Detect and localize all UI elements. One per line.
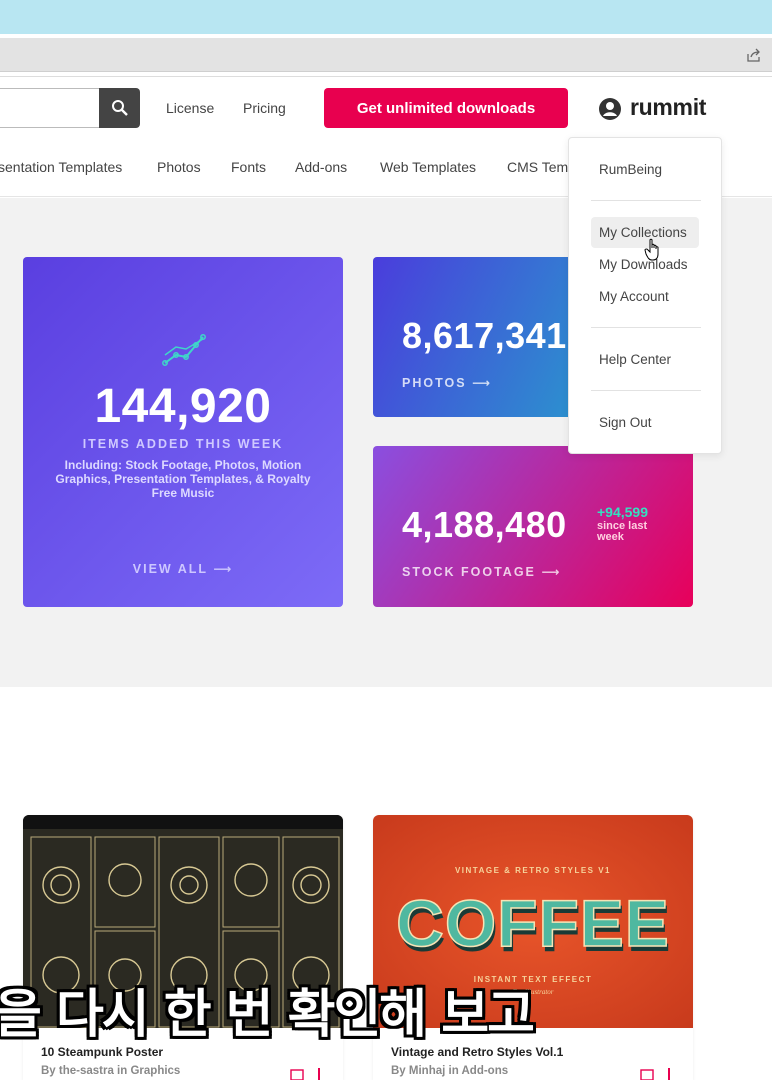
dropdown-divider xyxy=(591,327,701,328)
brand-wordmark[interactable]: rummit xyxy=(630,94,706,121)
search-icon xyxy=(111,100,128,116)
stock-footage-link[interactable]: STOCK FOOTAGE ⟶ xyxy=(402,564,561,579)
dropdown-divider xyxy=(591,390,701,391)
cat-web-templates[interactable]: Web Templates xyxy=(380,159,476,175)
items-added-value: 144,920 xyxy=(94,380,272,433)
cat-cms-templates[interactable]: CMS Temp xyxy=(507,159,576,175)
art-word: COFFEE xyxy=(396,886,670,960)
search-button[interactable] xyxy=(99,88,140,128)
menu-item-help-center[interactable]: Help Center xyxy=(599,352,671,367)
cat-photos[interactable]: Photos xyxy=(157,159,201,175)
site-header: License Pricing Get unlimited downloads … xyxy=(0,76,772,138)
stock-footage-card[interactable]: 4,188,480 +94,599 since last week STOCK … xyxy=(373,446,693,607)
account-dropdown-menu: RumBeing My Collections My Downloads My … xyxy=(568,137,722,454)
share-icon[interactable] xyxy=(746,47,762,63)
search-input[interactable] xyxy=(0,88,100,128)
menu-item-my-account[interactable]: My Account xyxy=(599,289,669,304)
photos-link[interactable]: PHOTOS ⟶ xyxy=(402,375,492,390)
view-all-link[interactable]: VIEW ALL ⟶ xyxy=(23,561,343,576)
cat-presentation-templates[interactable]: sentation Templates xyxy=(0,159,122,175)
stock-footage-count: 4,188,480 xyxy=(402,504,567,545)
menu-item-my-collections[interactable]: My Collections xyxy=(599,225,687,240)
menu-item-sign-out[interactable]: Sign Out xyxy=(599,415,652,430)
nav-pricing-link[interactable]: Pricing xyxy=(243,100,286,116)
items-added-description: Including: Stock Footage, Photos, Motion… xyxy=(55,458,311,500)
get-unlimited-downloads-button[interactable]: Get unlimited downloads xyxy=(324,88,568,128)
art-heading: VINTAGE & RETRO STYLES V1 xyxy=(455,866,611,875)
nav-license-link[interactable]: License xyxy=(166,100,214,116)
product-title[interactable]: 10 Steampunk Poster xyxy=(41,1045,163,1059)
window-top-strip xyxy=(0,0,772,34)
hand-cursor-icon xyxy=(644,238,659,261)
cat-add-ons[interactable]: Add-ons xyxy=(295,159,347,175)
items-added-card[interactable]: 144,920 ITEMS ADDED THIS WEEK Including:… xyxy=(23,257,343,607)
stock-footage-increase: +94,599 xyxy=(597,504,648,520)
items-added-label: ITEMS ADDED THIS WEEK xyxy=(82,437,284,451)
product-author: By the-sastra in Graphics xyxy=(41,1065,181,1077)
collection-download-icons[interactable] xyxy=(287,1068,327,1080)
browser-toolbar xyxy=(0,38,772,72)
photos-count: 8,617,341 xyxy=(402,315,567,356)
user-account-icon[interactable] xyxy=(598,97,622,121)
dropdown-username: RumBeing xyxy=(599,162,663,177)
trend-line-icon xyxy=(162,334,206,366)
dropdown-divider xyxy=(591,200,701,201)
video-subtitle-caption: 을 다시 한 번 확인해 보고 xyxy=(0,985,535,1045)
cat-fonts[interactable]: Fonts xyxy=(231,159,266,175)
product-title[interactable]: Vintage and Retro Styles Vol.1 xyxy=(391,1045,563,1059)
stock-footage-increase-note: since last week xyxy=(597,520,648,543)
product-author: By Minhaj in Add-ons xyxy=(391,1065,509,1077)
collection-download-icons[interactable] xyxy=(637,1068,677,1080)
